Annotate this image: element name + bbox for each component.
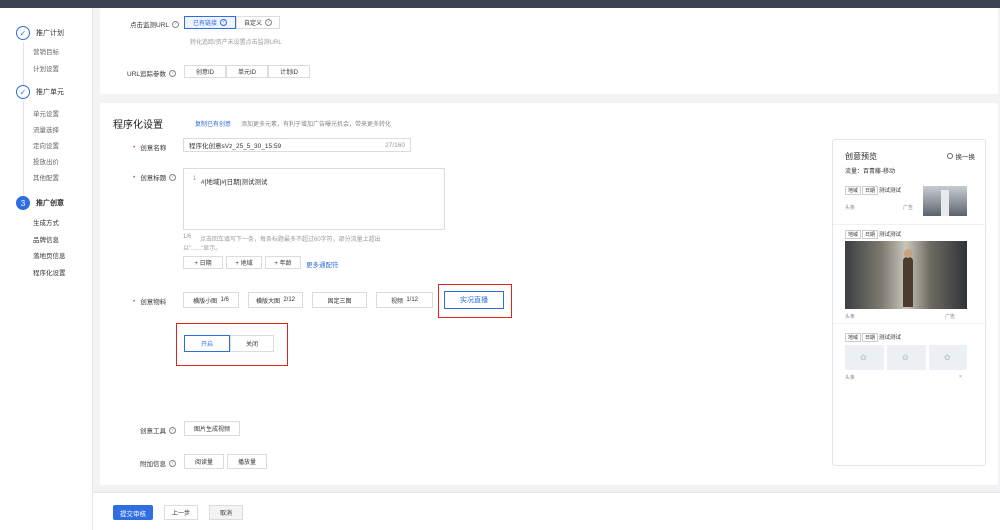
preview-source: 头条 [845, 205, 856, 211]
preview-ad-label: 广告 [903, 205, 914, 211]
close-icon[interactable]: × [959, 374, 962, 380]
preview-placeholder-1: ✿ [845, 345, 884, 370]
submit-review-button[interactable]: 提交审核 [113, 505, 153, 520]
image-placeholder-icon: ✿ [944, 353, 951, 362]
divider [833, 224, 987, 225]
step-connector [23, 42, 24, 86]
sidebar-item-programmatic[interactable]: 程序化设置 [33, 267, 66, 277]
preview-flow: 流量：百青藤-移动 [845, 169, 895, 175]
preview-placeholder-2: ✿ [887, 345, 926, 370]
footer-bar: 提交审核 上一步 取消 [93, 492, 1000, 530]
previous-step-button[interactable]: 上一步 [164, 505, 198, 520]
divider [833, 323, 987, 324]
copy-creative-link[interactable]: 复制已有创意 [195, 119, 231, 128]
section-desc: 添加更多元素，有利于增加广告曝光机会，带来更多转化 [241, 122, 392, 128]
read-count-button[interactable]: 阅读量 [184, 454, 224, 469]
top-bar [0, 0, 1000, 8]
sidebar-item-other[interactable]: 其他配置 [33, 172, 59, 182]
step-number: 3 [16, 196, 30, 210]
step-creative[interactable]: 3 推广创意 [16, 196, 64, 210]
preview-source: 头条 [845, 375, 856, 381]
creative-preview-panel: 创意预览 换一换 流量：百青藤-移动 地域 日期 测试测试 头条 广告 地域 日期 测试… [832, 139, 987, 466]
preview-source: 头条 [845, 314, 856, 320]
monitor-url-label: 点击监测URL? [130, 19, 180, 29]
sidebar-item-traffic[interactable]: 流量选择 [33, 124, 59, 134]
existing-link-option[interactable]: 已有链接? [184, 16, 236, 29]
check-icon: ✓ [16, 85, 30, 99]
creative-material-label: • 创意物料 [133, 297, 167, 307]
sidebar-item-targeting[interactable]: 定向设置 [33, 140, 59, 150]
play-count-button[interactable]: 播放量 [227, 454, 267, 469]
help-icon: ? [265, 19, 272, 26]
material-large-landscape[interactable]: 横版大图 2/12 [248, 292, 303, 308]
sidebar-item-generation[interactable]: 生成方式 [33, 217, 59, 227]
preview-title: 创意预览 [845, 152, 877, 161]
preview-placeholder-3: ✿ [929, 345, 967, 370]
sidebar-steps: ✓ 推广计划 营销目标 计划设置 ✓ 推广单元 单元设置 流量选择 定向设置 投… [0, 8, 93, 530]
preview-item-title: 地域 日期 测试测试 [845, 186, 901, 195]
sidebar-item-unit-settings[interactable]: 单元设置 [33, 108, 59, 118]
creative-name-label: • 创意名称 [133, 143, 167, 153]
image-placeholder-icon: ✿ [902, 353, 909, 362]
insert-date-button[interactable]: + 日期 [183, 256, 223, 269]
custom-option[interactable]: 自定义? [236, 16, 280, 29]
param-creative-id[interactable]: 创意ID [184, 65, 226, 78]
live-stream-button[interactable]: 实况直播 [444, 291, 504, 309]
image-to-video-button[interactable]: 图片生成视频 [184, 421, 240, 436]
step-connector [23, 101, 24, 201]
help-icon: ? [169, 69, 177, 77]
insert-region-button[interactable]: + 地域 [226, 256, 262, 269]
material-video[interactable]: 视频 1/12 [376, 292, 433, 308]
help-icon: ? [169, 173, 177, 181]
sidebar-item-plan-settings[interactable]: 计划设置 [33, 63, 59, 73]
material-three-images[interactable]: 固定三图 [312, 292, 367, 308]
image-placeholder-icon: ✿ [860, 353, 867, 362]
extra-info-label: 附加信息? [140, 458, 176, 468]
sidebar-item-landing[interactable]: 落地页信息 [33, 250, 66, 260]
title-hint: 点击回车填写下一条，每条标题最多不超过60字符，部分流量上超出 [200, 237, 381, 243]
step-unit[interactable]: ✓ 推广单元 [16, 85, 64, 99]
material-small-landscape[interactable]: 横版小图 1/6 [183, 292, 239, 308]
help-icon: ? [220, 19, 227, 26]
enable-button[interactable]: 开启 [184, 335, 230, 352]
disable-button[interactable]: 关闭 [230, 335, 274, 352]
step-label: 推广单元 [36, 89, 64, 96]
section-title: 程序化设置 [113, 120, 163, 131]
sidebar-item-bid[interactable]: 投放出价 [33, 156, 59, 166]
help-icon: ? [172, 20, 180, 28]
creative-title-label: • 创意标题? [133, 172, 177, 182]
monitor-card: 点击监测URL? 已有链接? 自定义? 转化追踪/资产未设置点击监测URL UR… [100, 8, 998, 94]
param-unit-id[interactable]: 单元ID [226, 65, 268, 78]
line-number: 1 [193, 176, 197, 182]
step-label: 推广创意 [36, 200, 64, 207]
preview-image-large [845, 241, 967, 309]
title-text: #[地域]#[日期]测试测试 [201, 179, 268, 186]
refresh-button[interactable]: 换一换 [946, 151, 975, 161]
param-plan-id[interactable]: 计划ID [268, 65, 310, 78]
more-wildcards-link[interactable]: 更多通配符 [306, 259, 339, 269]
refresh-icon [946, 153, 953, 159]
step-label: 推广计划 [36, 30, 64, 37]
preview-item-title: 地域 日期 测试测试 [845, 333, 901, 342]
creative-title-textarea[interactable]: 1 #[地域]#[日期]测试测试 [183, 168, 445, 230]
sidebar-item-goal[interactable]: 营销目标 [33, 46, 59, 56]
creative-name-input[interactable]: 程序化创意sVz_25_5_30_15:59 27/160 [183, 138, 411, 152]
creative-tool-label: 创意工具? [140, 425, 176, 435]
step-plan[interactable]: ✓ 推广计划 [16, 26, 64, 40]
url-param-label: URL追踪参数? [127, 68, 177, 78]
preview-image-small [923, 186, 967, 216]
help-icon: ? [169, 426, 176, 434]
preview-ad-label: 广告 [945, 314, 956, 320]
cancel-button[interactable]: 取消 [209, 505, 243, 520]
title-hint-2: 以"......"显示。 [183, 246, 222, 252]
help-icon: ? [169, 459, 176, 467]
sidebar-item-brand[interactable]: 品牌信息 [33, 234, 59, 244]
check-icon: ✓ [16, 26, 30, 40]
preview-item-title: 地域 日期 测试测试 [845, 230, 901, 239]
insert-age-button[interactable]: + 年龄 [265, 256, 301, 269]
monitor-hint: 转化追踪/资产未设置点击监测URL [190, 40, 282, 46]
title-count: 1/6 [183, 234, 192, 240]
